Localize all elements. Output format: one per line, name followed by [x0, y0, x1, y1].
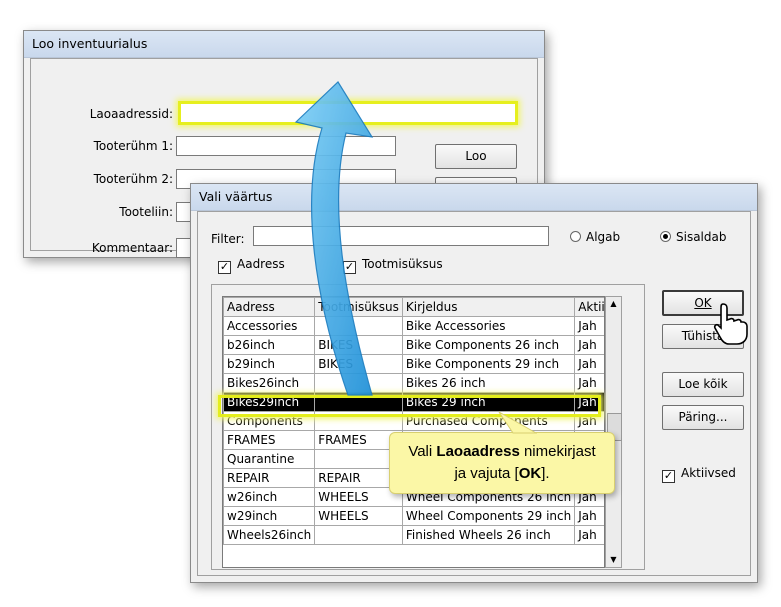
table-cell: Bike Components 29 inch: [401, 354, 576, 374]
table-cell: Wheel Components 29 inch: [401, 506, 576, 526]
table-cell: REPAIR: [223, 468, 316, 488]
dialog-body: Filter: Algab Sisaldab ✓ Aadress ✓ Tootmis…: [197, 211, 751, 576]
instruction-callout: Vali Laoaadress nimekirjast ja vajuta [O…: [389, 432, 615, 494]
table-row[interactable]: Accessories Bike Accessories Jah: [223, 316, 604, 336]
product-group2-label: Tooterühm 2:: [93, 172, 173, 186]
table-row[interactable]: Wheels26inch Finished Wheels 26 inch Jah: [223, 525, 604, 545]
warehouse-address-label: Laoaadressid:: [89, 107, 173, 121]
table-cell: Wheels26inch: [223, 525, 316, 545]
column-header-production-unit[interactable]: Tootmisüksus: [314, 297, 403, 317]
table-cell: Bikes26inch: [223, 373, 316, 393]
active-checkbox[interactable]: ✓ Aktiivsed: [662, 466, 736, 483]
table-cell: WHEELS: [314, 506, 403, 526]
table-cell: Finished Wheels 26 inch: [401, 525, 576, 545]
table-cell: b26inch: [223, 335, 316, 355]
table-cell: Jah: [574, 506, 604, 526]
checkmark-icon: ✓: [343, 260, 356, 274]
filter-label: Filter:: [211, 232, 245, 246]
table-row[interactable]: b29inch BIKES Bike Components 29 inch Jah: [223, 354, 604, 374]
scroll-down-icon[interactable]: ▼: [606, 553, 621, 567]
table-cell: Bike Components 26 inch: [401, 335, 576, 355]
table-cell: FRAMES: [223, 430, 316, 450]
query-button[interactable]: Päring...: [662, 405, 744, 430]
table-cell: [314, 525, 403, 545]
table-cell: [314, 316, 403, 336]
address-checkbox[interactable]: ✓ Aadress: [218, 257, 285, 274]
product-group1-field[interactable]: [176, 136, 396, 156]
radio-dot-icon: [570, 231, 581, 242]
checkmark-icon: ✓: [218, 260, 231, 274]
radio-dot-selected-icon: [660, 231, 671, 242]
table-cell: Bikes 26 inch: [401, 373, 576, 393]
table-cell: Bike Accessories: [401, 316, 576, 336]
table-cell: Jah: [574, 373, 604, 393]
warehouse-address-field[interactable]: [178, 101, 518, 125]
table-cell: w29inch: [223, 506, 316, 526]
table-cell: Accessories: [223, 316, 316, 336]
checkmark-icon: ✓: [662, 469, 675, 483]
callout-pointer-icon: [498, 411, 537, 434]
table-cell: BIKES: [314, 335, 403, 355]
values-grid: Aadress Tootmisüksus Kirjeldus Aktiivne …: [223, 297, 604, 545]
create-button[interactable]: Loo: [435, 144, 517, 169]
radio-starts-with[interactable]: Algab: [570, 230, 620, 244]
production-unit-checkbox[interactable]: ✓ Tootmisüksus: [343, 257, 443, 274]
filter-input[interactable]: [253, 226, 549, 246]
radio-contains[interactable]: Sisaldab: [660, 230, 726, 244]
table-row[interactable]: Bikes26inch Bikes 26 inch Jah: [223, 373, 604, 393]
load-all-button[interactable]: Loe kõik: [662, 372, 744, 397]
table-cell: [314, 373, 403, 393]
dialog-title: Loo inventuurialus: [24, 31, 544, 58]
table-cell: Jah: [574, 335, 604, 355]
column-header-active[interactable]: Aktiivne: [574, 297, 604, 317]
scroll-up-icon[interactable]: ▲: [606, 297, 621, 311]
table-row[interactable]: b26inch BIKES Bike Components 26 inch Jah: [223, 335, 604, 355]
table-cell: Jah: [574, 316, 604, 336]
select-value-dialog: Vali väärtus Filter: Algab Sisaldab ✓ Aad…: [190, 183, 758, 583]
hand-cursor-icon: [713, 303, 748, 345]
table-cell: Jah: [574, 525, 604, 545]
product-line-label: Tooteliin:: [119, 205, 173, 219]
table-cell: Jah: [574, 354, 604, 374]
table-row[interactable]: w29inch WHEELS Wheel Components 29 inch Jah: [223, 506, 604, 526]
selected-row-highlight: [218, 395, 601, 417]
dialog-title: Vali väärtus: [191, 184, 757, 211]
table-cell: w26inch: [223, 487, 316, 507]
table-cell: Quarantine: [223, 449, 316, 469]
table-cell: BIKES: [314, 354, 403, 374]
table-cell: b29inch: [223, 354, 316, 374]
column-header-description[interactable]: Kirjeldus: [401, 297, 576, 317]
column-header-address[interactable]: Aadress: [223, 297, 316, 317]
comment-label: Kommentaar:: [91, 241, 173, 255]
product-group1-label: Tooterühm 1:: [93, 139, 173, 153]
